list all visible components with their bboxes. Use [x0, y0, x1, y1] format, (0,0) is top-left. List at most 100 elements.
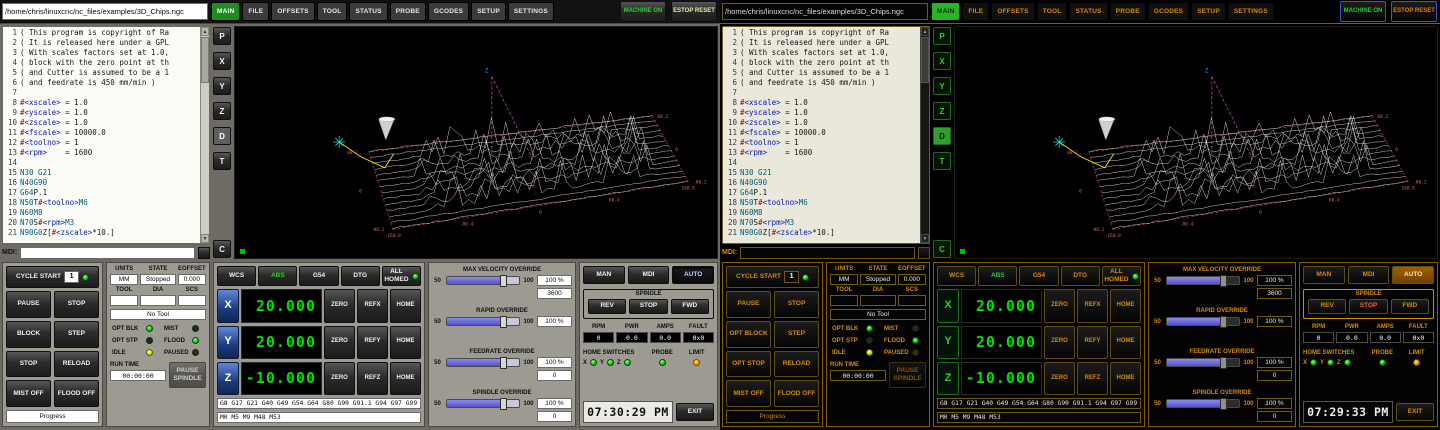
opt-block-button[interactable]: BLOCK — [6, 321, 51, 348]
slider-thumb[interactable] — [1220, 275, 1227, 287]
cycle-start-button[interactable]: CYCLE START 1 — [6, 266, 99, 288]
ref-z-button[interactable]: REFZ — [1077, 362, 1108, 395]
slider-thumb[interactable] — [1220, 398, 1227, 410]
flood-off-button[interactable]: FLOOD OFF — [774, 380, 819, 407]
tab-file[interactable]: FILE — [242, 2, 269, 21]
feedrate-slider[interactable] — [446, 358, 520, 367]
editor-scrollbar[interactable]: ▲ ▼ — [920, 27, 929, 243]
reload-button[interactable]: RELOAD — [774, 351, 819, 378]
zero-x-button[interactable]: ZERO — [324, 289, 355, 322]
tab-settings[interactable]: SETTINGS — [1228, 2, 1274, 21]
tab-tool[interactable]: TOOL — [1037, 2, 1068, 21]
axis-x-button[interactable]: X — [937, 289, 959, 322]
home-y-button[interactable]: HOME — [1110, 326, 1141, 359]
gcode-editor[interactable]: 1( This program is copyright of Ra2( It … — [722, 26, 930, 244]
tab-offsets[interactable]: OFFSETS — [991, 2, 1034, 21]
mode-man-button[interactable]: MAN — [583, 266, 625, 284]
tab-probe[interactable]: PROBE — [1110, 2, 1146, 21]
estop-reset-button[interactable]: ESTOP RESET — [1391, 1, 1437, 22]
zero-x-button[interactable]: ZERO — [1044, 289, 1075, 322]
ref-y-button[interactable]: REFY — [357, 326, 388, 359]
tab-setup[interactable]: SETUP — [471, 2, 506, 21]
zero-z-button[interactable]: ZERO — [1044, 362, 1075, 395]
scrollbar-thumb[interactable] — [921, 37, 929, 83]
spindle-rev-button[interactable]: REV — [1308, 299, 1346, 314]
pause-button[interactable]: PAUSE — [726, 291, 771, 318]
tab-tool[interactable]: TOOL — [317, 2, 348, 21]
max-velocity-slider[interactable] — [446, 276, 520, 285]
ref-z-button[interactable]: REFZ — [357, 362, 388, 395]
mode-man-button[interactable]: MAN — [1303, 266, 1345, 284]
tab-gcodes[interactable]: GCODES — [428, 2, 469, 21]
home-x-button[interactable]: HOME — [1110, 289, 1141, 322]
tab-status[interactable]: STATUS — [1069, 2, 1107, 21]
tab-setup[interactable]: SETUP — [1191, 2, 1226, 21]
pause-spindle-button[interactable]: PAUSE SPINDLE — [169, 362, 206, 388]
ref-y-button[interactable]: REFY — [1077, 326, 1108, 359]
dtg-button[interactable]: DTG — [1061, 266, 1100, 286]
tab-file[interactable]: FILE — [962, 2, 989, 21]
view-clear-button[interactable]: C — [933, 240, 951, 258]
exit-button[interactable]: EXIT — [1396, 403, 1434, 421]
axis-z-button[interactable]: Z — [217, 362, 239, 395]
mist-off-button[interactable]: MIST OFF — [726, 380, 771, 407]
scrollbar-thumb[interactable] — [201, 37, 209, 83]
stop-button[interactable]: STOP — [54, 291, 99, 318]
tab-offsets[interactable]: OFFSETS — [271, 2, 314, 21]
tab-probe[interactable]: PROBE — [390, 2, 426, 21]
scroll-down-icon[interactable]: ▼ — [201, 234, 209, 243]
abs-button[interactable]: ABS — [258, 266, 297, 286]
view-tool-button[interactable]: T — [933, 152, 951, 170]
step-button[interactable]: STEP — [54, 321, 99, 348]
reload-button[interactable]: RELOAD — [54, 351, 99, 378]
feedrate-slider[interactable] — [1166, 358, 1240, 367]
rapid-slider[interactable] — [1166, 317, 1240, 326]
home-z-button[interactable]: HOME — [390, 362, 421, 395]
all-homed-button[interactable]: ALL HOMED — [1102, 266, 1141, 286]
view-x-button[interactable]: X — [213, 52, 231, 70]
axis-x-button[interactable]: X — [217, 289, 239, 322]
view-x-button[interactable]: X — [933, 52, 951, 70]
slider-thumb[interactable] — [1220, 357, 1227, 369]
zero-y-button[interactable]: ZERO — [1044, 326, 1075, 359]
mdi-history-button[interactable] — [918, 247, 930, 259]
abs-button[interactable]: ABS — [978, 266, 1017, 286]
slider-thumb[interactable] — [500, 398, 507, 410]
opt-stop-button[interactable]: STOP — [6, 351, 51, 378]
zero-z-button[interactable]: ZERO — [324, 362, 355, 395]
max-velocity-slider[interactable] — [1166, 276, 1240, 285]
tab-main[interactable]: MAIN — [931, 2, 960, 21]
all-homed-button[interactable]: ALL HOMED — [382, 266, 421, 286]
mode-auto-button[interactable]: AUTO — [1392, 266, 1434, 284]
gremlin-3d-preview[interactable]: -160.8-80.4080.4160.8-80.2080.2-80.2080.… — [234, 26, 718, 259]
cycle-start-button[interactable]: CYCLE START 1 — [726, 266, 819, 288]
mdi-history-button[interactable] — [198, 247, 210, 259]
exit-button[interactable]: EXIT — [676, 403, 714, 421]
spindle-stop-button[interactable]: STOP — [1349, 299, 1387, 314]
home-x-button[interactable]: HOME — [390, 289, 421, 322]
wcs-button[interactable]: WCS — [217, 266, 256, 286]
mdi-input[interactable] — [740, 247, 915, 259]
machine-on-button[interactable]: MACHINE ON — [1340, 1, 1386, 22]
stop-button[interactable]: STOP — [774, 291, 819, 318]
mdi-input[interactable] — [20, 247, 195, 259]
slider-thumb[interactable] — [1220, 316, 1227, 328]
mist-off-button[interactable]: MIST OFF — [6, 380, 51, 407]
editor-scrollbar[interactable]: ▲ ▼ — [200, 27, 209, 243]
flood-off-button[interactable]: FLOOD OFF — [54, 380, 99, 407]
axis-z-button[interactable]: Z — [937, 362, 959, 395]
view-clear-button[interactable]: C — [213, 240, 231, 258]
gcode-editor[interactable]: 1( This program is copyright of Ra2( It … — [2, 26, 210, 244]
spindle-stop-button[interactable]: STOP — [629, 299, 667, 314]
tab-main[interactable]: MAIN — [211, 2, 240, 21]
view-z-button[interactable]: Z — [933, 102, 951, 120]
view-tool-button[interactable]: T — [213, 152, 231, 170]
wcs-button[interactable]: WCS — [937, 266, 976, 286]
scroll-down-icon[interactable]: ▼ — [921, 234, 929, 243]
dtg-button[interactable]: DTG — [341, 266, 380, 286]
view-dimensions-button[interactable]: D — [213, 127, 231, 145]
mode-mdi-button[interactable]: MDI — [1348, 266, 1390, 284]
rapid-slider[interactable] — [446, 317, 520, 326]
tab-status[interactable]: STATUS — [349, 2, 387, 21]
machine-on-button[interactable]: MACHINE ON — [620, 1, 666, 22]
